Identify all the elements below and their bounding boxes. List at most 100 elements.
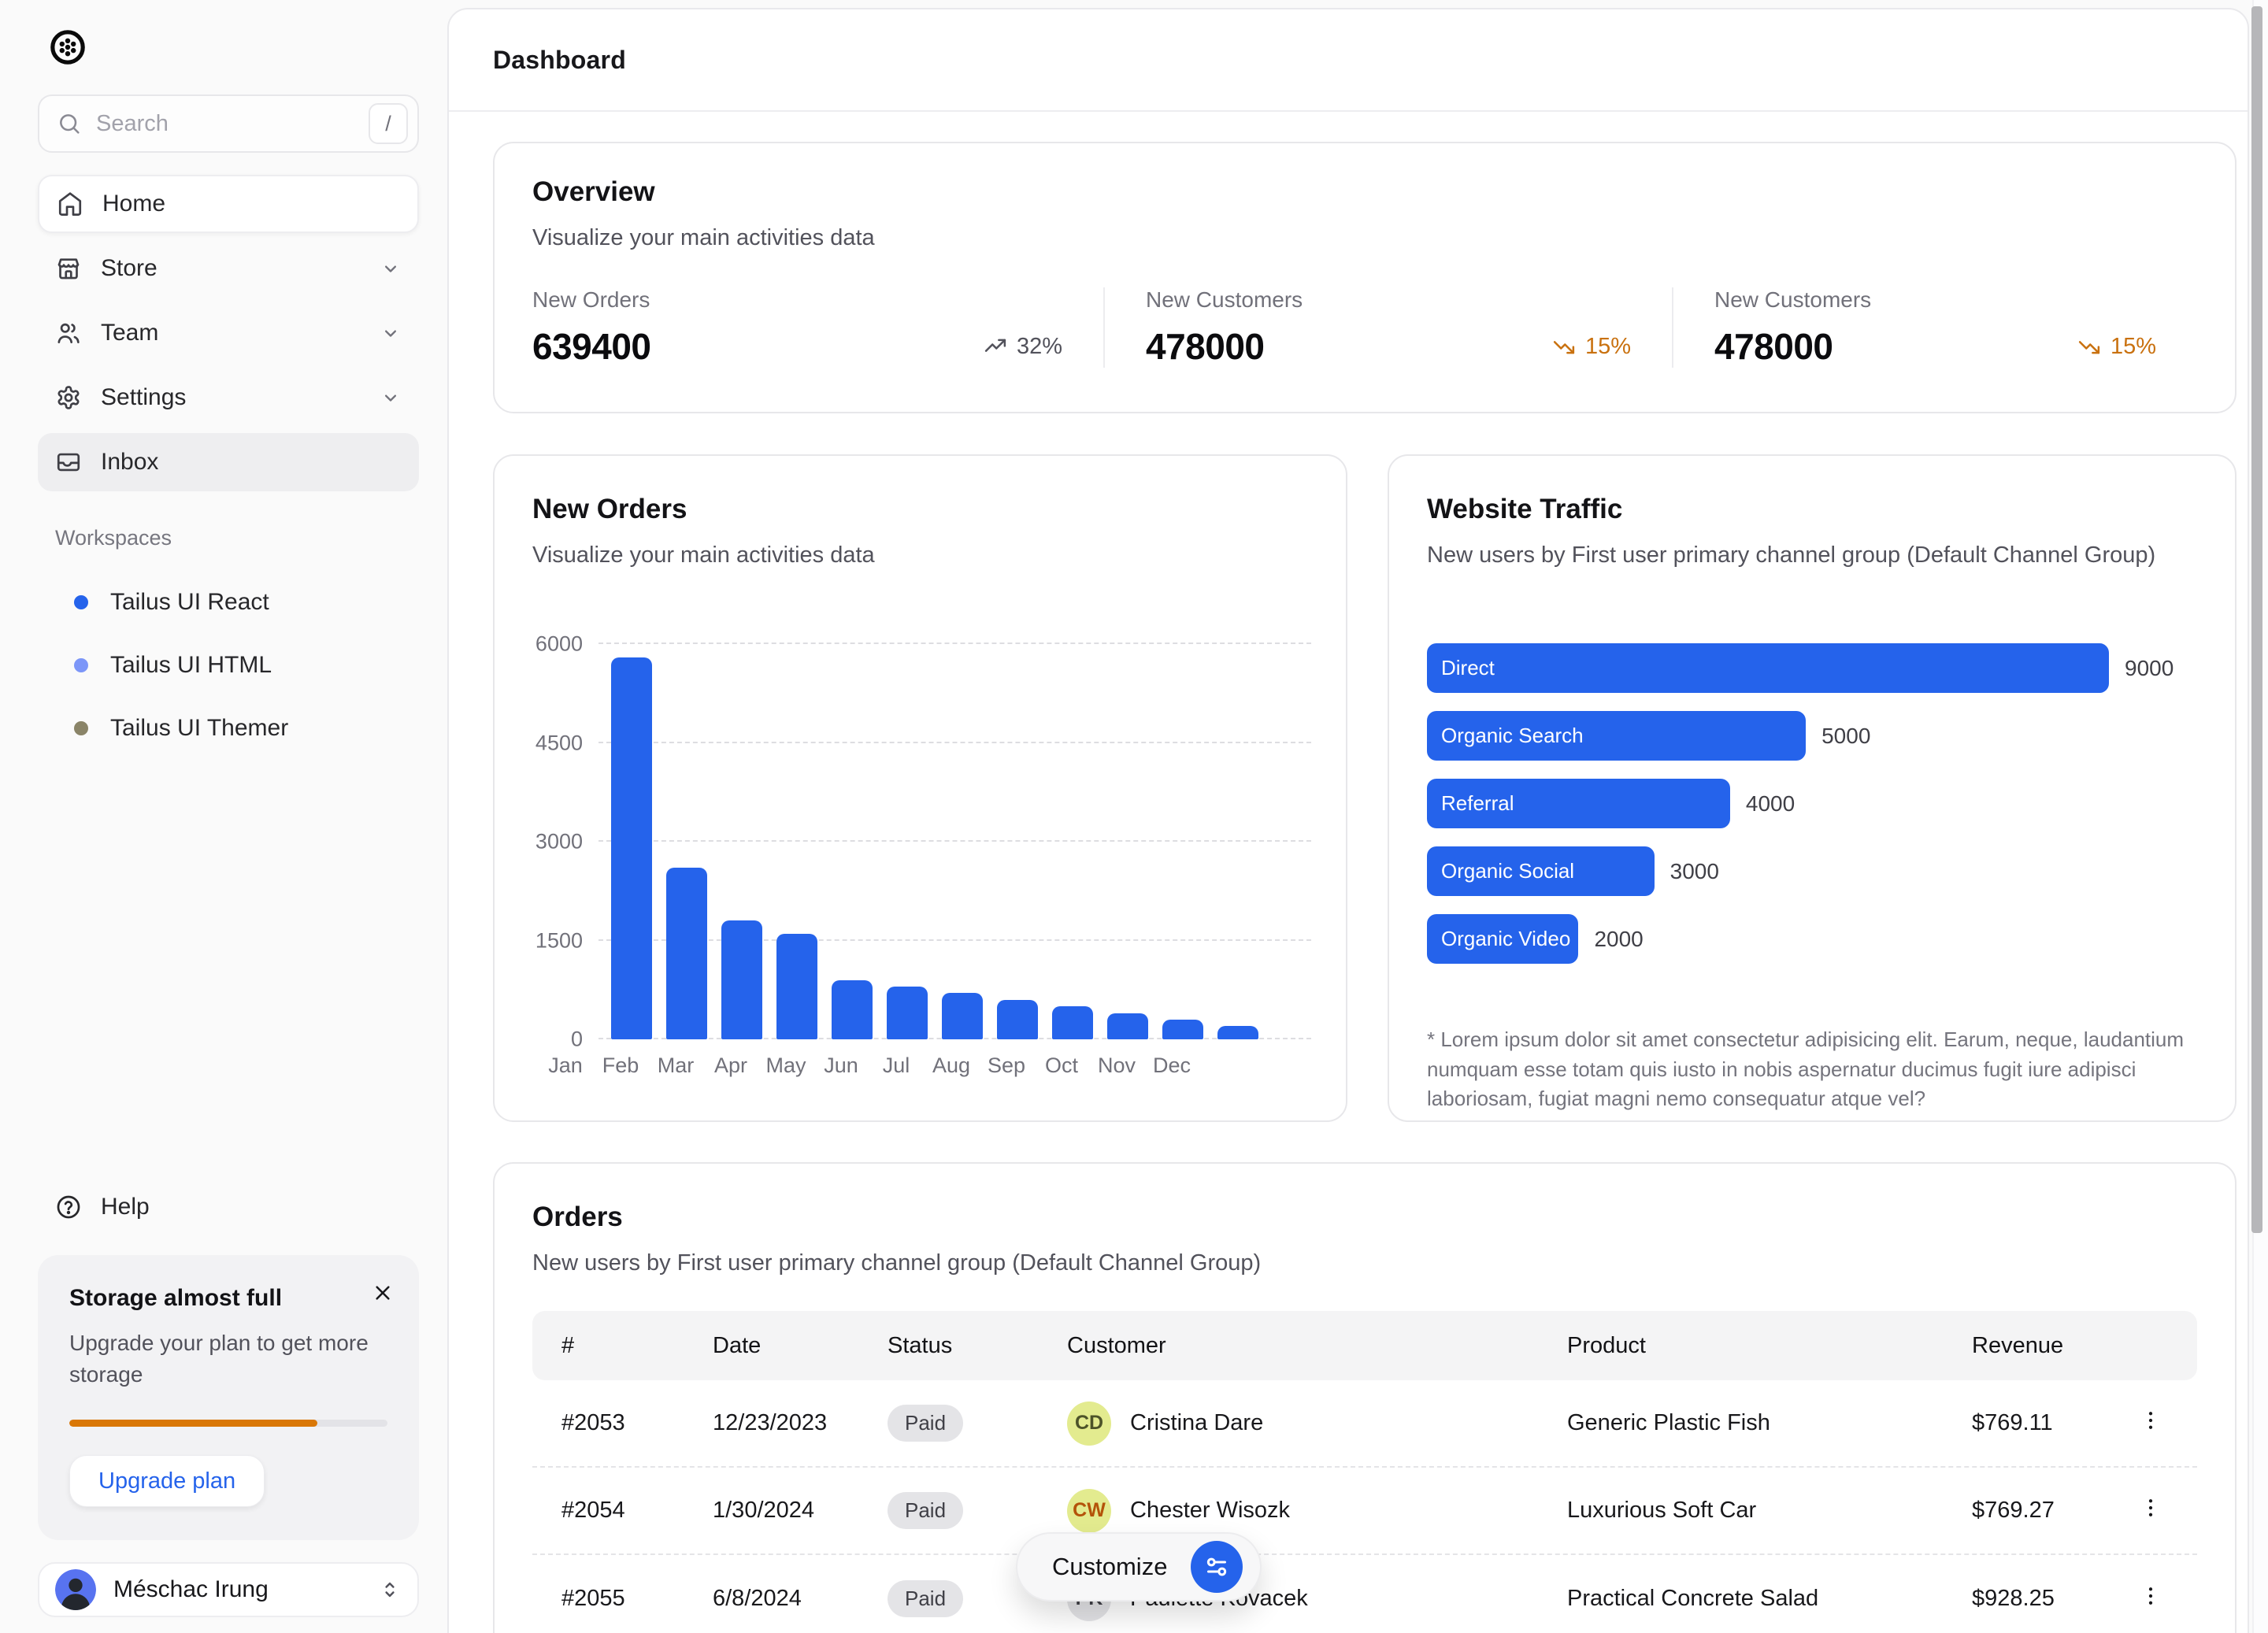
order-customer-cell: CDCristina Dare xyxy=(1038,1402,1538,1446)
bar-chart: 01500300045006000 xyxy=(598,644,1311,1039)
x-axis-label: Apr xyxy=(710,1053,751,1078)
trend-up-icon xyxy=(984,335,1007,358)
y-axis-tick: 1500 xyxy=(523,928,583,953)
status-badge: Paid xyxy=(888,1492,963,1529)
sidebar-item-help[interactable]: Help xyxy=(38,1194,419,1220)
upgrade-plan-button[interactable]: Upgrade plan xyxy=(69,1455,265,1507)
sidebar: / HomeStoreTeamSettingsInbox Workspaces … xyxy=(0,0,447,1633)
scrollbar-thumb[interactable] xyxy=(2251,6,2262,1233)
logo-icon xyxy=(49,28,87,66)
sidebar-item-label: Inbox xyxy=(101,449,158,476)
bar xyxy=(1052,1006,1093,1039)
workspace-item[interactable]: Tailus UI HTML xyxy=(38,634,419,697)
sidebar-item-inbox[interactable]: Inbox xyxy=(38,433,419,491)
chevron-down-icon xyxy=(380,322,402,344)
trend-down-icon xyxy=(2077,335,2101,358)
x-axis-label: Jul xyxy=(876,1053,917,1078)
traffic-bar: Direct xyxy=(1427,643,2109,693)
chevron-down-icon xyxy=(380,387,402,409)
sliders-icon xyxy=(1203,1553,1231,1581)
order-id-cell: #2053 xyxy=(532,1410,684,1436)
workspace-dot xyxy=(74,721,88,735)
column-header: Product xyxy=(1538,1333,1943,1359)
column-header: Date xyxy=(684,1333,858,1359)
website-traffic-title: Website Traffic xyxy=(1427,494,2197,525)
sidebar-item-label: Store xyxy=(101,255,158,282)
sidebar-item-home[interactable]: Home xyxy=(38,175,419,233)
orders-table-header: #DateStatusCustomerProductRevenue xyxy=(532,1311,2197,1380)
stat-trend: 15% xyxy=(2077,334,2156,360)
customize-settings-button[interactable] xyxy=(1191,1541,1243,1593)
workspace-item[interactable]: Tailus UI Themer xyxy=(38,697,419,760)
row-menu-button[interactable] xyxy=(2139,1496,2162,1520)
workspace-label: Tailus UI HTML xyxy=(110,652,272,679)
bar xyxy=(942,993,983,1039)
x-axis-label: Mar xyxy=(655,1053,696,1078)
order-revenue-cell: $769.11 xyxy=(1943,1410,2110,1436)
user-menu[interactable]: Méschac Irung xyxy=(38,1562,419,1617)
workspace-dot xyxy=(74,658,88,672)
avatar: CW xyxy=(1067,1489,1111,1533)
x-axis-label: Dec xyxy=(1151,1053,1192,1078)
row-menu-button[interactable] xyxy=(2139,1584,2162,1608)
order-status-cell: Paid xyxy=(858,1580,1038,1617)
order-customer-cell: CW Chester Wisozk xyxy=(1038,1489,1538,1533)
app-logo[interactable] xyxy=(49,28,87,66)
traffic-bar-row: Referral4000 xyxy=(1427,779,2197,828)
customer-name: Chester Wisozk xyxy=(1130,1498,1290,1524)
store-icon xyxy=(55,255,82,282)
traffic-bar-value: 9000 xyxy=(2125,656,2174,681)
y-axis-tick: 3000 xyxy=(523,830,583,854)
status-badge: Paid xyxy=(888,1580,963,1617)
storage-progress xyxy=(69,1420,387,1427)
bars xyxy=(598,644,1311,1039)
avatar: CD xyxy=(1067,1402,1111,1446)
y-axis-tick: 6000 xyxy=(523,632,583,657)
sidebar-item-team[interactable]: Team xyxy=(38,304,419,362)
website-traffic-card: Website Traffic New users by First user … xyxy=(1388,454,2236,1122)
customize-button[interactable]: Customize xyxy=(1016,1532,1262,1602)
inbox-icon xyxy=(55,449,82,476)
traffic-bar-row: Organic Video2000 xyxy=(1427,914,2197,964)
traffic-bar: Organic Social xyxy=(1427,846,1655,896)
bar xyxy=(721,920,762,1039)
search-box[interactable]: / xyxy=(38,94,419,153)
help-label: Help xyxy=(101,1194,150,1220)
column-header: # xyxy=(532,1333,684,1359)
order-revenue-cell: $769.27 xyxy=(1943,1498,2110,1524)
trend-percent: 15% xyxy=(1585,334,1631,360)
sidebar-item-settings[interactable]: Settings xyxy=(38,368,419,427)
bar xyxy=(1107,1013,1148,1039)
search-icon xyxy=(57,111,82,136)
settings-icon xyxy=(55,384,82,411)
website-traffic-subtitle: New users by First user primary channel … xyxy=(1427,542,2197,568)
overview-title: Overview xyxy=(532,176,2197,208)
close-icon[interactable] xyxy=(370,1280,395,1305)
stat: New Customers47800015% xyxy=(1103,287,1672,368)
order-actions-cell xyxy=(2110,1409,2197,1439)
stat: New Orders63940032% xyxy=(532,287,1103,368)
order-actions-cell xyxy=(2110,1584,2197,1614)
traffic-bar-label: Direct xyxy=(1441,656,1495,680)
order-actions-cell xyxy=(2110,1496,2197,1526)
workspace-dot xyxy=(74,595,88,609)
search-input[interactable] xyxy=(96,111,354,137)
help-icon xyxy=(55,1194,82,1220)
row-menu-button[interactable] xyxy=(2139,1409,2162,1432)
user-name: Méschac Irung xyxy=(113,1576,269,1603)
order-status-cell: Paid xyxy=(858,1405,1038,1442)
traffic-bar: Organic Search xyxy=(1427,711,1806,761)
workspace-label: Tailus UI React xyxy=(110,589,269,616)
main-panel: Dashboard Overview Visualize your main a… xyxy=(447,8,2249,1633)
avatar xyxy=(55,1569,96,1610)
sidebar-item-store[interactable]: Store xyxy=(38,239,419,298)
workspace-item[interactable]: Tailus UI React xyxy=(38,571,419,634)
bar xyxy=(1162,1020,1203,1039)
traffic-bar-value: 2000 xyxy=(1594,927,1643,952)
new-orders-chart-card: New Orders Visualize your main activitie… xyxy=(493,454,1347,1122)
orders-title: Orders xyxy=(532,1202,2197,1233)
stat-value: 478000 xyxy=(1714,325,1833,368)
customize-label: Customize xyxy=(1052,1553,1167,1581)
traffic-bar-row: Organic Social3000 xyxy=(1427,846,2197,896)
order-product-cell: Practical Concrete Salad xyxy=(1538,1586,1943,1612)
